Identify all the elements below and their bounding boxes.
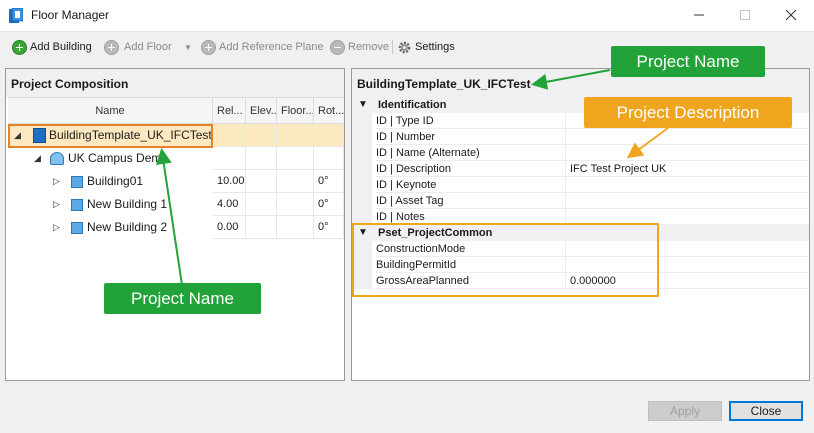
column-header-rotation[interactable]: Rot... (314, 98, 344, 124)
minimize-icon (694, 14, 704, 16)
add-floor-button[interactable]: Add Floor (104, 38, 172, 56)
property-row[interactable]: ID | Number (352, 129, 809, 145)
property-row[interactable]: ID | Name (Alternate) (352, 145, 809, 161)
cell-rotation[interactable]: 0° (314, 193, 344, 216)
cell-elevation[interactable] (246, 193, 277, 216)
cell-elevation[interactable] (246, 216, 277, 239)
property-value[interactable] (566, 193, 809, 209)
remove-button[interactable]: Remove (330, 38, 389, 56)
tree-row-label: UK Campus Demo (68, 151, 169, 165)
close-window-button[interactable] (768, 0, 814, 32)
add-icon (104, 39, 119, 55)
cell-rotation[interactable] (314, 147, 344, 170)
property-value[interactable] (566, 145, 809, 161)
tree-row-building[interactable]: ▷ New Building 1 4.00 0° (8, 193, 344, 216)
expand-arrow-icon[interactable]: ▷ (53, 193, 60, 216)
column-header-name[interactable]: Name (8, 98, 213, 124)
callout-project-name-bottom: Project Name (104, 283, 261, 314)
add-floor-dropdown[interactable]: ▼ (184, 38, 192, 56)
tree-table-header: Name Rel... Elev... Floor... Rot... (8, 97, 344, 124)
expand-arrow-icon[interactable]: ▷ (53, 216, 60, 239)
remove-icon (330, 39, 345, 55)
add-icon (201, 39, 216, 55)
dropdown-arrow-icon: ▼ (184, 42, 192, 52)
toolbar-divider (392, 40, 393, 54)
add-floor-label: Add Floor (124, 41, 172, 53)
cell-relative[interactable]: 10.00 (213, 170, 246, 193)
window-title: Floor Manager (31, 8, 110, 22)
building-icon (71, 199, 83, 211)
property-name: ID | Keynote (376, 177, 566, 193)
cell-relative[interactable] (213, 147, 246, 170)
cell-rotation[interactable]: 0° (314, 216, 344, 239)
add-building-label: Add Building (30, 41, 92, 53)
project-composition-panel: Project Composition Name Rel... Elev... … (5, 68, 345, 381)
apply-button[interactable]: Apply (648, 401, 722, 421)
title-bar: Floor Manager (0, 0, 814, 32)
cell-rotation[interactable]: 0° (314, 170, 344, 193)
tree-row-label: New Building 2 (87, 220, 168, 234)
maximize-button[interactable] (722, 0, 768, 32)
app-icon (9, 8, 23, 23)
property-name: ID | Number (376, 129, 566, 145)
add-reference-plane-label: Add Reference Plane (219, 41, 324, 53)
property-name: ID | Name (Alternate) (376, 145, 566, 161)
pset-highlight-box (352, 223, 659, 297)
cell-floor[interactable] (277, 147, 314, 170)
category-label: Identification (378, 99, 447, 111)
add-building-button[interactable]: Add Building (12, 38, 92, 56)
expand-arrow-icon[interactable]: ▷ (53, 170, 60, 193)
property-value[interactable] (566, 177, 809, 193)
collapse-arrow-icon[interactable]: ◢ (34, 147, 41, 170)
minimize-button[interactable] (676, 0, 722, 32)
remove-label: Remove (348, 41, 389, 53)
cell-floor[interactable] (277, 216, 314, 239)
cell-rotation[interactable] (314, 124, 344, 147)
tree-row-site[interactable]: ◢ UK Campus Demo (8, 147, 344, 170)
add-icon (12, 39, 27, 55)
column-header-elevation[interactable]: Elev... (246, 98, 277, 124)
cell-relative[interactable] (213, 124, 246, 147)
chevron-down-icon[interactable]: ▼ (358, 97, 368, 113)
property-row[interactable]: ID | Asset Tag (352, 193, 809, 209)
cell-floor[interactable] (277, 124, 314, 147)
building-icon (71, 222, 83, 234)
cell-floor[interactable] (277, 193, 314, 216)
column-header-relative[interactable]: Rel... (213, 98, 246, 124)
settings-button[interactable]: Settings (397, 38, 455, 56)
property-value[interactable]: IFC Test Project UK (566, 161, 809, 177)
property-name: ID | Description (376, 161, 566, 177)
gear-icon (398, 41, 411, 53)
close-icon (785, 9, 797, 21)
cell-elevation[interactable] (246, 124, 277, 147)
property-row[interactable]: ID | Keynote (352, 177, 809, 193)
tree-row-label: New Building 1 (87, 197, 168, 211)
project-composition-header: Project Composition (6, 69, 344, 97)
tree-row-label: Building01 (87, 174, 144, 188)
property-row-description[interactable]: ID | Description IFC Test Project UK (352, 161, 809, 177)
column-header-floor[interactable]: Floor... (277, 98, 314, 124)
add-reference-plane-button[interactable]: Add Reference Plane (201, 38, 324, 56)
cell-floor[interactable] (277, 170, 314, 193)
maximize-icon (740, 10, 750, 20)
selected-row-highlight (8, 124, 213, 148)
cell-relative[interactable]: 4.00 (213, 193, 246, 216)
callout-project-description: Project Description (584, 97, 792, 128)
cell-relative[interactable]: 0.00 (213, 216, 246, 239)
site-icon (50, 152, 64, 165)
tree-row-building[interactable]: ▷ New Building 2 0.00 0° (8, 216, 344, 239)
settings-label: Settings (415, 41, 455, 53)
property-name: ID | Type ID (376, 113, 566, 129)
building-icon (71, 176, 83, 188)
tree-row-building[interactable]: ▷ Building01 10.00 0° (8, 170, 344, 193)
cell-elevation[interactable] (246, 170, 277, 193)
close-button[interactable]: Close (729, 401, 803, 421)
property-value[interactable] (566, 129, 809, 145)
callout-project-name-top: Project Name (611, 46, 765, 77)
property-name: ID | Asset Tag (376, 193, 566, 209)
cell-elevation[interactable] (246, 147, 277, 170)
